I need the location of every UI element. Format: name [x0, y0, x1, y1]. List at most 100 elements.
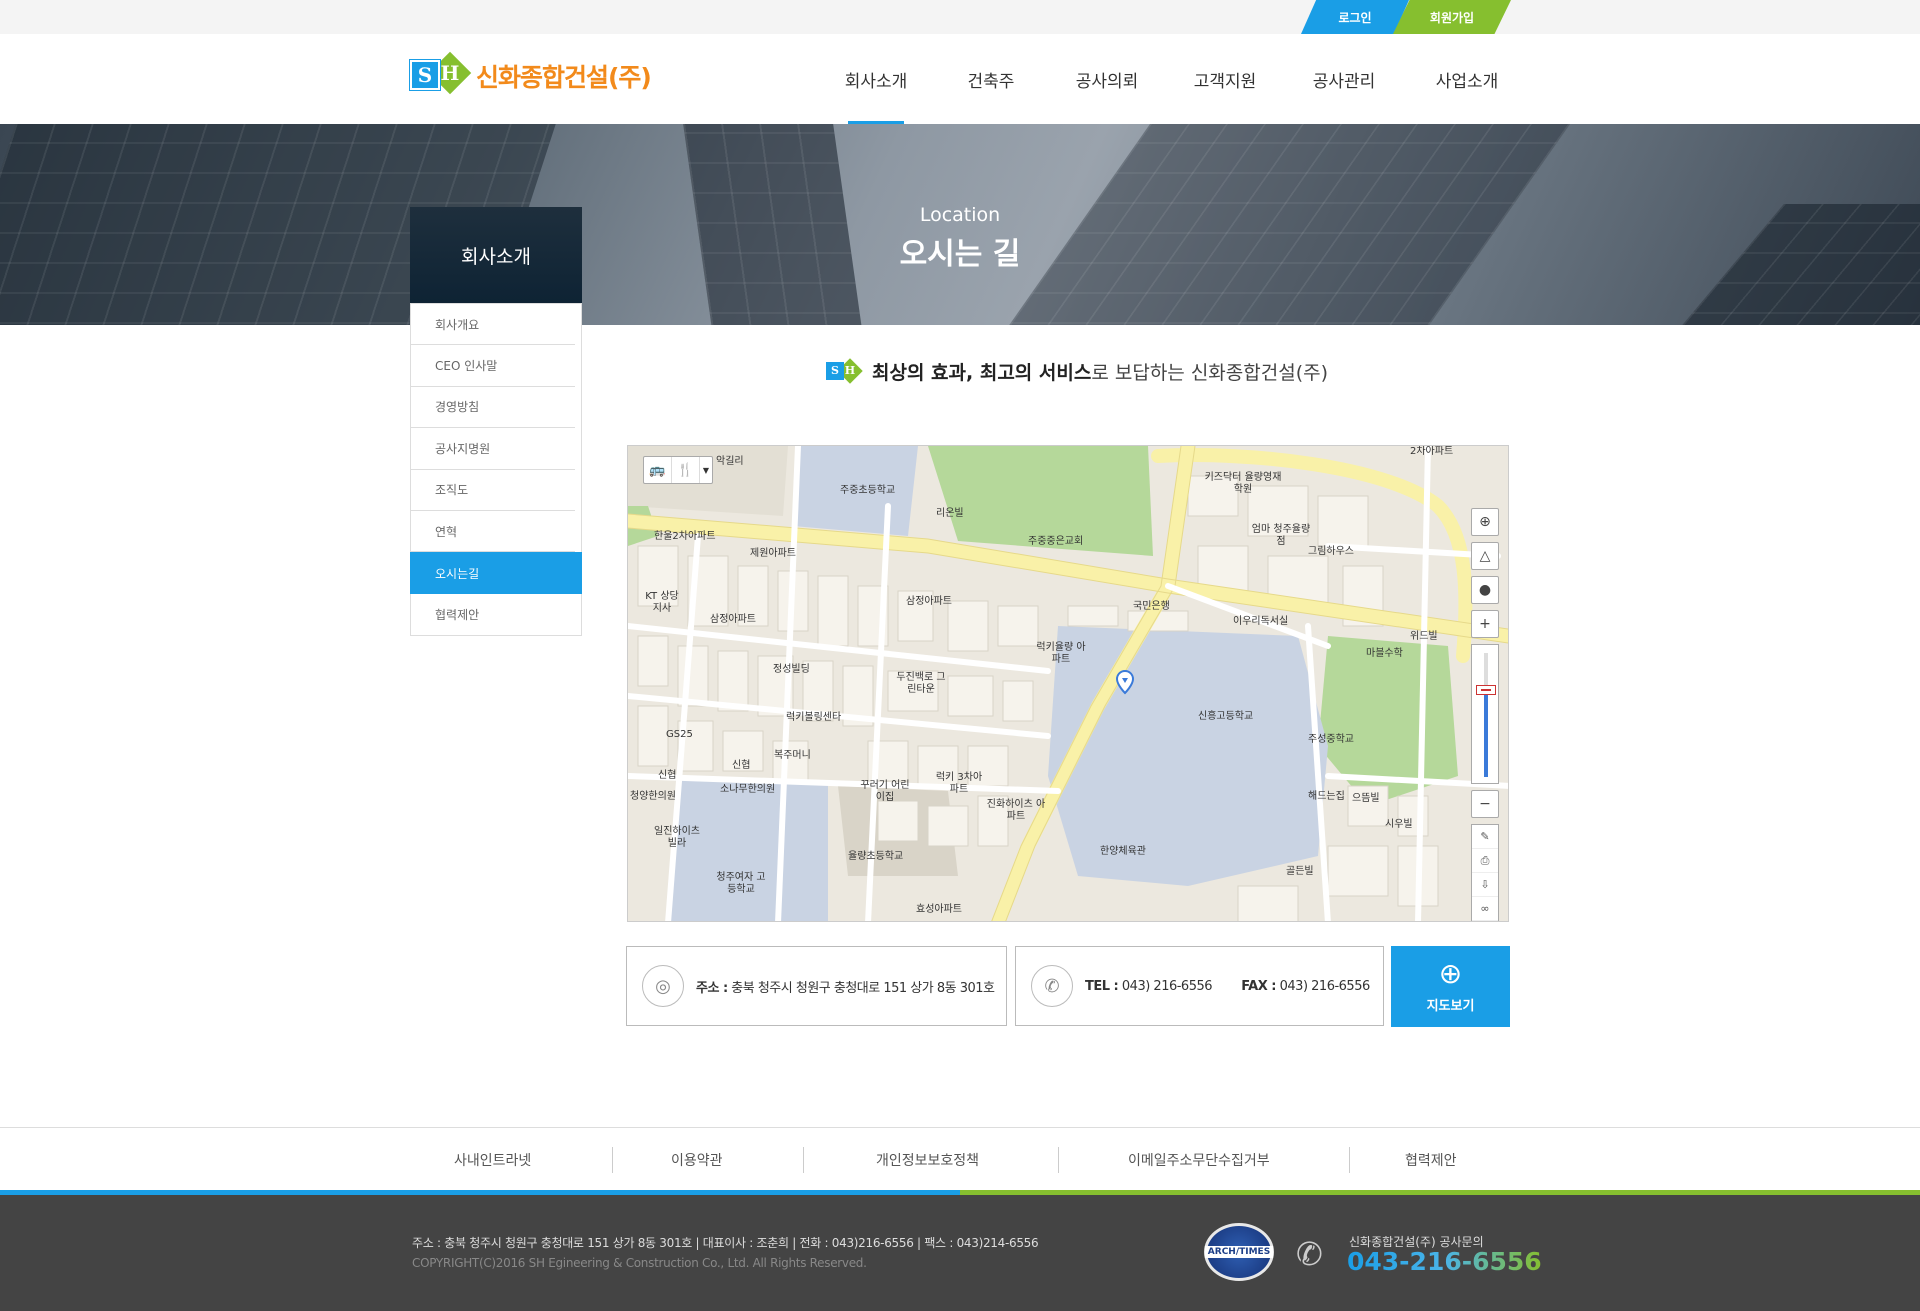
logo-h: H: [440, 61, 460, 85]
nav-business[interactable]: 사업소개: [1402, 34, 1532, 124]
tel-label: TEL :: [1085, 978, 1119, 994]
map-label: 마블수학: [1366, 648, 1403, 659]
map-canvas[interactable]: [628, 446, 1509, 922]
footer-address: 주소 : 충북 청주시 청원구 충청대로 151 상가 8동 301호 | 대표…: [412, 1236, 1039, 1250]
address-box: ◎ 주소 : 충북 청주시 청원구 충청대로 151 상가 8동 301호: [626, 946, 1007, 1026]
restaurant-icon[interactable]: 🍴: [672, 457, 700, 483]
footer-links: 사내인트라넷 이용약관 개인정보보호정책 이메일주소무단수집거부 협력제안: [0, 1127, 1920, 1190]
bus-icon[interactable]: 🚌: [644, 457, 672, 483]
sidebar-item-policy[interactable]: 경영방침: [411, 387, 575, 429]
join-button[interactable]: 회원가입: [1393, 0, 1511, 34]
ruler-icon[interactable]: ✎: [1472, 825, 1498, 849]
map-label: 삼정아파트: [710, 614, 756, 625]
locate-icon[interactable]: ⊕: [1471, 508, 1499, 536]
map-label: 신협: [732, 760, 751, 771]
footer-link-email-refusal[interactable]: 이메일주소무단수집거부: [1128, 1128, 1270, 1191]
sidebar-item-designation[interactable]: 공사지명원: [411, 428, 575, 470]
sidebar-item-organization[interactable]: 조직도: [411, 470, 575, 511]
map-label: 진화하이츠 아파트: [986, 799, 1046, 822]
footer-divider: [612, 1147, 613, 1173]
contact-box: ✆ TEL : 043) 216-6556 FAX : 043) 216-655…: [1015, 946, 1384, 1026]
login-button[interactable]: 로그인: [1301, 0, 1409, 34]
tel-value: 043) 216-6556: [1121, 978, 1213, 994]
zoom-in-button[interactable]: +: [1471, 610, 1499, 638]
download-icon[interactable]: ⇩: [1472, 873, 1498, 897]
fax-value: 043) 216-6556: [1279, 978, 1371, 994]
footer-link-privacy[interactable]: 개인정보보호정책: [876, 1128, 979, 1191]
map-label: 2차아파트: [1410, 446, 1454, 457]
banner-subtitle: Location: [919, 204, 1001, 226]
map-label: 신흥고등학교: [1198, 711, 1254, 722]
contact-text: TEL : 043) 216-6556 FAX : 043) 216-6556: [1085, 979, 1370, 994]
sidebar-item-history[interactable]: 연혁: [411, 511, 575, 553]
address-value: 충북 청주시 청원구 충청대로 151 상가 8동 301호: [731, 980, 995, 996]
map-label: 으뜸빌: [1352, 793, 1380, 804]
logo-text: 신화종합건설(주): [476, 63, 652, 92]
nav-request[interactable]: 공사의뢰: [1050, 34, 1164, 124]
map-label: 럭키율량 아파트: [1036, 642, 1086, 665]
map-label: 키즈닥터 율량영재학원: [1204, 472, 1282, 495]
sidebar-item-partnership[interactable]: 협력제안: [411, 594, 575, 635]
footer-divider: [1058, 1147, 1059, 1173]
footer-divider: [803, 1147, 804, 1173]
map-label: 그림하우스: [1308, 546, 1354, 557]
zoom-slider[interactable]: [1471, 644, 1499, 784]
nav-support[interactable]: 고객지원: [1164, 34, 1286, 124]
map-label: 위드빌: [1410, 631, 1438, 642]
map-label: 일진하이츠 빌라: [654, 826, 700, 849]
nav-management[interactable]: 공사관리: [1286, 34, 1402, 124]
sidebar-item-ceo[interactable]: CEO 인사말: [411, 345, 575, 387]
map-label: 국민은행: [1133, 601, 1170, 612]
location-map[interactable]: 🚌 🍴 ▼ ⊕ △ ● + − ✎ ⎙ ⇩ ∞ 악길리 주중초등학교 리온빌 주…: [627, 445, 1509, 922]
roadview-icon[interactable]: △: [1471, 542, 1499, 570]
map-label: 이우리독서실: [1233, 616, 1289, 627]
map-label: 두진백로 그린타운: [896, 672, 946, 695]
sh-logo-icon: S H: [826, 357, 863, 385]
pin-icon[interactable]: ●: [1471, 576, 1499, 604]
map-label: 골든빌: [1286, 866, 1314, 877]
site-logo[interactable]: S H 신화종합건설(주): [410, 51, 652, 98]
map-label: 해드는집: [1308, 791, 1345, 802]
map-label: 삼정아파트: [906, 596, 952, 607]
map-label: 효성아파트: [916, 904, 962, 915]
location-pin-icon: ◎: [642, 965, 684, 1007]
nav-owner[interactable]: 건축주: [932, 34, 1050, 124]
phone-chat-icon: ✆: [1296, 1235, 1323, 1273]
map-label: 청양한의원: [630, 791, 676, 802]
footer-link-intranet[interactable]: 사내인트라넷: [454, 1128, 531, 1191]
map-label: 엄마 청주율량점: [1251, 524, 1311, 547]
nav-company[interactable]: 회사소개: [820, 34, 932, 124]
map-label: 소나무한의원: [720, 784, 776, 795]
map-label: 럭키 3차아파트: [935, 772, 983, 795]
address-text: 주소 : 충북 청주시 청원구 충청대로 151 상가 8동 301호: [696, 977, 995, 996]
footer-link-partnership[interactable]: 협력제안: [1405, 1128, 1457, 1191]
chevron-down-icon[interactable]: ▼: [700, 457, 712, 483]
map-label: 신협: [658, 770, 677, 781]
footer-link-terms[interactable]: 이용약관: [671, 1128, 723, 1191]
main-nav: 회사소개 건축주 공사의뢰 고객지원 공사관리 사업소개: [820, 34, 1532, 124]
link-icon[interactable]: ∞: [1472, 897, 1498, 921]
page-banner: Location 오시는 길: [0, 124, 1920, 325]
map-view-button[interactable]: ⊕ 지도보기: [1391, 946, 1510, 1027]
fax-label: FAX :: [1241, 978, 1276, 994]
sidebar-item-location[interactable]: 오시는길: [410, 552, 582, 594]
map-controls: ⊕ △ ● + − ✎ ⎙ ⇩ ∞: [1470, 508, 1500, 921]
sidebar-title: 회사소개: [410, 207, 582, 303]
magnifier-plus-icon: ⊕: [1438, 957, 1463, 990]
map-label: 한양체육관: [1100, 846, 1146, 857]
map-toolbar: 🚌 🍴 ▼: [643, 456, 713, 484]
map-label: 꾸러기 어린이집: [860, 780, 910, 803]
footer-cs-number: 043-216-6556: [1347, 1247, 1542, 1276]
print-icon[interactable]: ⎙: [1472, 849, 1498, 873]
map-tool-group: ✎ ⎙ ⇩ ∞: [1471, 824, 1499, 921]
sidebar-menu: 회사개요 CEO 인사말 경영방침 공사지명원 조직도 연혁 오시는길 협력제안: [410, 303, 582, 637]
map-label: 정성빌딩: [773, 664, 810, 675]
map-view-label: 지도보기: [1426, 999, 1475, 1014]
map-label: 제원아파트: [750, 548, 796, 559]
certification-badge: ARCH/TIMES: [1204, 1223, 1274, 1281]
sidebar-item-overview[interactable]: 회사개요: [411, 304, 575, 346]
map-label: 리온빌: [936, 508, 964, 519]
page-title: 오시는 길: [899, 237, 1021, 272]
phone-icon: ✆: [1031, 965, 1073, 1007]
zoom-out-button[interactable]: −: [1471, 790, 1499, 818]
